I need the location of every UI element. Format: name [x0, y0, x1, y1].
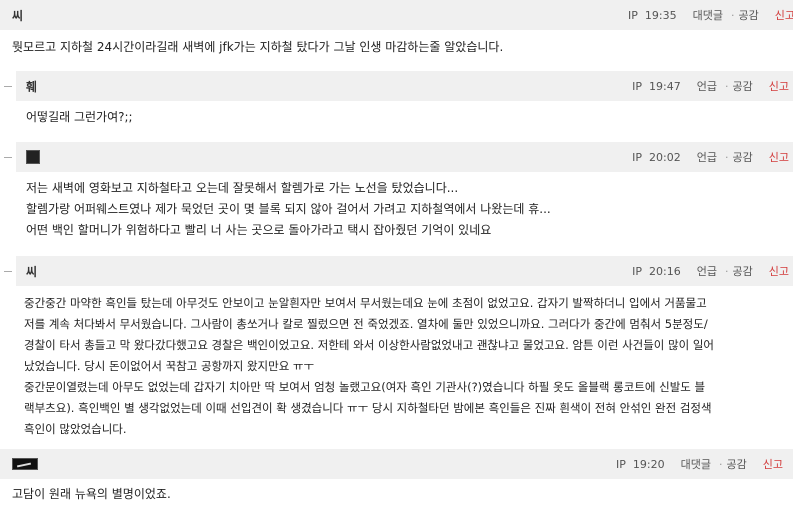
comment-body: 중간중간 마약한 흑인들 탔는데 아무것도 안보이고 눈알흰자만 보여서 무서웠…: [24, 293, 789, 440]
comment-header: IP 19:20 대댓글 · 공감 신고: [0, 449, 793, 479]
mention-button[interactable]: 언급: [697, 263, 717, 279]
comment-meta: IP 19:47 언급 · 공감 신고: [632, 71, 789, 101]
comment-time: 20:02: [649, 150, 681, 164]
ip-label: IP: [632, 150, 643, 164]
comment-meta: IP 19:35 대댓글 · 공감 신고: [628, 0, 793, 30]
report-button[interactable]: 신고: [775, 7, 793, 23]
separator: ·: [719, 457, 723, 471]
ip-label: IP: [616, 457, 626, 471]
comment-time: 19:47: [649, 79, 681, 93]
like-button[interactable]: 공감: [733, 263, 753, 279]
separator: ·: [725, 79, 729, 93]
comment-author[interactable]: 씨: [12, 7, 23, 24]
ip-label: IP: [632, 264, 643, 278]
comment-header: IP 20:02 언급 · 공감 신고: [16, 142, 793, 172]
reply-indent: [4, 157, 12, 158]
comment-text: 중간문이열렸는데 아무도 없었는데 갑자기 치아만 딱 보여서 엄청 놀랬고요(…: [24, 380, 706, 394]
comment-text: 랙부츠요). 흑인백인 별 생각없었는데 이때 선입견이 확 생겼습니다 ㅠㅜ …: [24, 401, 712, 415]
avatar[interactable]: [26, 150, 40, 164]
report-button[interactable]: 신고: [769, 149, 789, 165]
comment-header: 씨 IP 20:16 언급 · 공감 신고: [16, 256, 793, 286]
report-button[interactable]: 신고: [769, 263, 789, 279]
comment-time: 19:20: [632, 457, 665, 471]
comment-text: 저를 계속 처다봐서 무서웠습니다. 그사람이 총쏘거나 칼로 찔렀으면 전 죽…: [24, 317, 708, 331]
comment-text: 할렘가랑 어퍼웨스트였나 제가 묵었던 곳이 몇 블록 되지 않아 걸어서 가려…: [26, 202, 551, 216]
comment-body: 어떻길래 그런가여?;;: [26, 107, 133, 128]
comment-body: 저는 새벽에 영화보고 지하철타고 오는데 잘못해서 할렘가로 가는 노선을 탔…: [26, 178, 551, 241]
comment-header: 훼 IP 19:47 언급 · 공감 신고: [16, 71, 793, 101]
reply-indent: [4, 271, 12, 272]
comment-text: 흑인이 많았었습니다.: [24, 422, 127, 436]
like-button[interactable]: 공감: [733, 149, 753, 165]
comment-body: 뭣모르고 지하철 24시간이라길래 새벽에 jfk가는 지하철 탔다가 그날 인…: [12, 37, 503, 58]
reply-indent: [4, 86, 12, 87]
report-button[interactable]: 신고: [769, 78, 789, 94]
mention-button[interactable]: 언급: [697, 78, 717, 94]
separator: ·: [725, 264, 729, 278]
comment-text: 경찰이 타서 총들고 막 왔다갔다했고요 경찰은 백인이었고요. 저한테 와서 …: [24, 338, 715, 352]
reply-button[interactable]: 대댓글: [693, 7, 723, 23]
comment-time: 19:35: [644, 8, 677, 22]
like-button[interactable]: 공감: [739, 7, 759, 23]
comment-meta: IP 20:02 언급 · 공감 신고: [632, 142, 789, 172]
comment-meta: IP 19:20 대댓글 · 공감 신고: [616, 449, 783, 479]
comment-text: 났었습니다. 당시 돈이없어서 꾹참고 공항까지 왔지만요 ㅠㅜ: [24, 359, 315, 373]
like-button[interactable]: 공감: [727, 456, 747, 472]
avatar[interactable]: [12, 458, 38, 470]
comment-text: 어떤 백인 할머니가 위험하다고 빨리 너 사는 곳으로 돌아가라고 택시 잡아…: [26, 223, 492, 237]
comment-text: 고담이 원래 뉴욕의 별명이었죠.: [12, 487, 171, 501]
like-button[interactable]: 공감: [733, 78, 753, 94]
comment-author[interactable]: 씨: [26, 263, 37, 280]
separator: ·: [725, 150, 729, 164]
comment-author[interactable]: 훼: [26, 78, 37, 95]
comment-text: 중간중간 마약한 흑인들 탔는데 아무것도 안보이고 눈알흰자만 보여서 무서웠…: [24, 296, 707, 310]
comment-meta: IP 20:16 언급 · 공감 신고: [632, 256, 789, 286]
comment-text: 어떻길래 그런가여?;;: [26, 110, 133, 124]
comment-time: 20:16: [649, 264, 681, 278]
ip-label: IP: [632, 79, 643, 93]
comment-header: 씨 IP 19:35 대댓글 · 공감 신고: [0, 0, 793, 30]
separator: ·: [731, 8, 735, 22]
reply-button[interactable]: 대댓글: [681, 456, 711, 472]
report-button[interactable]: 신고: [763, 456, 783, 472]
comment-body: 고담이 원래 뉴욕의 별명이었죠.: [12, 484, 171, 505]
comment-text: 뭣모르고 지하철 24시간이라길래 새벽에 jfk가는 지하철 탔다가 그날 인…: [12, 40, 504, 54]
comment-text: 저는 새벽에 영화보고 지하철타고 오는데 잘못해서 할렘가로 가는 노선을 탔…: [26, 181, 459, 195]
mention-button[interactable]: 언급: [697, 149, 717, 165]
ip-label: IP: [628, 8, 638, 22]
